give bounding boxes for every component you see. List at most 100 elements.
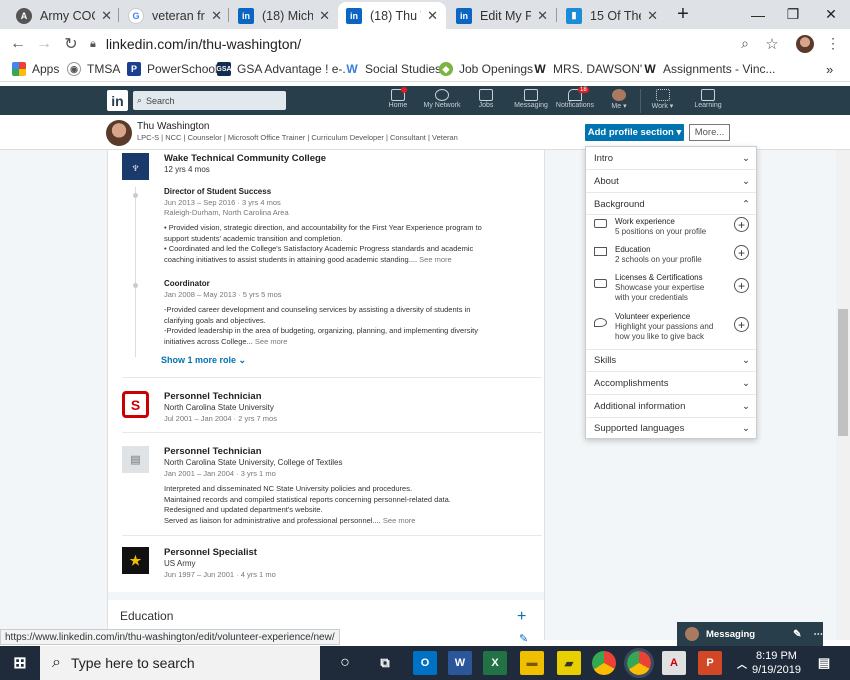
close-icon[interactable]: ✕ <box>427 8 438 24</box>
plus-icon[interactable]: + <box>734 278 749 293</box>
bookmark-job-openings[interactable]: ◆ Job Openings <box>439 62 533 76</box>
nav-me[interactable]: Me ▾ <box>597 89 641 113</box>
role-title[interactable]: Coordinator <box>164 279 210 288</box>
profile-avatar[interactable] <box>792 29 818 58</box>
dropdown-about[interactable]: About ⌄ <box>594 176 750 187</box>
position-title[interactable]: Personnel Technician <box>164 391 262 402</box>
chrome-active-icon[interactable] <box>624 648 654 678</box>
desc-line: clarifying goals and objectives. <box>164 315 266 325</box>
edit-pencil-icon[interactable]: ✎ <box>519 632 528 645</box>
see-more-link[interactable]: See more <box>419 255 452 264</box>
add-profile-section-button[interactable]: Add profile section ▾ <box>585 124 684 141</box>
compose-icon[interactable]: ✎ <box>793 629 801 640</box>
company-placeholder-logo[interactable]: ▤ <box>122 446 149 473</box>
plus-icon[interactable]: + <box>734 217 749 232</box>
windows-start-icon[interactable]: ⊞ <box>8 651 32 675</box>
show-more-roles-button[interactable]: Show 1 more role ⌄ <box>161 355 246 366</box>
position-title[interactable]: Personnel Technician <box>164 446 262 457</box>
nav-notifications[interactable]: 18 Notifications <box>553 87 597 113</box>
bookmark-tmsa[interactable]: ◉ TMSA <box>67 62 120 76</box>
nav-messaging[interactable]: Messaging <box>509 89 553 113</box>
bookmark-star-icon[interactable]: ☆ <box>759 29 785 58</box>
close-icon[interactable]: ✕ <box>101 8 112 24</box>
bookmarks-overflow-icon[interactable]: » <box>826 62 833 77</box>
dropdown-supported-languages[interactable]: Supported languages ⌄ <box>594 423 750 434</box>
bookmark-gsa[interactable]: GSA GSA Advantage ! e-... <box>216 62 352 76</box>
google-icon: G <box>128 7 144 24</box>
tab-thu-washington[interactable]: in (18) Thu Wa ✕ <box>338 2 446 29</box>
file-explorer-icon[interactable]: ▬ <box>520 651 544 675</box>
company-name[interactable]: Wake Technical Community College <box>164 153 326 164</box>
cortana-icon[interactable]: ○ <box>333 651 357 675</box>
sticky-notes-icon[interactable]: ▰ <box>557 651 581 675</box>
bookmark-powerschool[interactable]: P PowerSchool <box>127 62 218 76</box>
powerpoint-icon[interactable]: P <box>698 651 722 675</box>
system-tray-chevron-icon[interactable]: ︿ <box>730 651 754 675</box>
taskbar-clock[interactable]: 8:19 PM 9/19/2019 <box>752 649 801 677</box>
education-heading: Education <box>120 609 174 623</box>
chrome-icon[interactable] <box>592 651 616 675</box>
job-icon: ◆ <box>439 62 453 76</box>
close-icon[interactable]: ✕ <box>319 8 330 24</box>
close-window-button[interactable]: ✕ <box>808 0 850 29</box>
reload-button[interactable]: ↻ <box>58 29 84 58</box>
nav-jobs[interactable]: Jobs <box>464 89 508 113</box>
excel-icon[interactable]: X <box>483 651 507 675</box>
acrobat-icon[interactable]: A <box>662 651 686 675</box>
nav-home[interactable]: Home <box>376 87 420 113</box>
see-more-link[interactable]: See more <box>255 337 288 346</box>
dropdown-background[interactable]: Background ⌃ <box>594 199 750 210</box>
ncsu-logo[interactable]: S <box>122 391 149 418</box>
action-center-icon[interactable]: ▤ <box>812 651 836 675</box>
scrollbar-thumb[interactable] <box>838 309 848 436</box>
close-icon[interactable]: ✕ <box>537 8 548 24</box>
word-icon[interactable]: W <box>448 651 472 675</box>
role-title[interactable]: Director of Student Success <box>164 187 271 196</box>
plus-icon[interactable]: + <box>734 317 749 332</box>
zoom-icon[interactable]: ⌕ <box>732 29 758 58</box>
bookmark-apps[interactable]: Apps <box>12 62 59 76</box>
browser-menu-icon[interactable]: ⋮ <box>820 29 846 58</box>
dropdown-intro[interactable]: Intro ⌄ <box>594 153 750 164</box>
tab-michael[interactable]: in (18) Michael ✕ <box>230 2 338 29</box>
outlook-icon[interactable]: O <box>413 651 437 675</box>
more-options-icon[interactable]: ⋯ <box>814 629 824 640</box>
bookmark-mrs-dawsons[interactable]: W MRS. DAWSON'S <box>533 62 650 76</box>
add-education-icon[interactable]: + <box>517 608 526 626</box>
see-more-link[interactable]: See more <box>383 516 416 525</box>
address-bar[interactable]: 🔒︎ linkedin.com/in/thu-washington/ <box>90 32 790 56</box>
bookmark-assignments[interactable]: W Assignments - Vinc... <box>643 62 776 76</box>
dropdown-accomplishments[interactable]: Accomplishments ⌄ <box>594 378 750 389</box>
tab-edit-publication[interactable]: in Edit My Publ ✕ <box>448 2 556 29</box>
dropdown-additional-information[interactable]: Additional information ⌄ <box>594 401 750 412</box>
back-button[interactable]: ← <box>5 29 31 58</box>
taskbar-search-input[interactable]: ⌕ Type here to search <box>40 646 320 680</box>
search-input[interactable]: ⌕ Search <box>133 91 286 110</box>
linkedin-logo[interactable]: in <box>107 90 128 111</box>
tab-15-of-the-best[interactable]: ▮ 15 Of The Be ✕ <box>558 2 666 29</box>
tab-army-cool[interactable]: A Army COOL ✕ <box>8 2 120 29</box>
tab-veteran-friendly[interactable]: G veteran frien ✕ <box>120 2 230 29</box>
us-army-logo[interactable]: ★ <box>122 547 149 574</box>
desc-line: • Coordinated and led the College's Sati… <box>164 244 474 253</box>
nav-my-network[interactable]: My Network <box>420 89 464 113</box>
task-view-icon[interactable]: ⧉ <box>373 651 397 675</box>
nav-work[interactable]: Work ▾ <box>640 89 684 113</box>
nav-learning[interactable]: Learning <box>686 89 730 113</box>
search-placeholder: Type here to search <box>70 655 195 671</box>
plus-icon[interactable]: + <box>734 245 749 260</box>
dropdown-label: Additional information <box>594 401 686 412</box>
forward-button[interactable]: → <box>31 29 57 58</box>
bookmark-social-studies[interactable]: W Social Studies <box>345 62 441 76</box>
new-tab-button[interactable]: + <box>668 0 698 29</box>
messaging-overlay[interactable]: Messaging ✎ ⋯ <box>677 622 823 646</box>
dropdown-skills[interactable]: Skills ⌄ <box>594 355 750 366</box>
position-title[interactable]: Personnel Specialist <box>164 547 257 558</box>
certificate-icon <box>594 279 607 288</box>
avatar[interactable] <box>106 120 132 146</box>
close-icon[interactable]: ✕ <box>211 8 222 24</box>
wake-tech-logo[interactable]: ♆ <box>122 153 149 180</box>
bookmark-label: PowerSchool <box>147 62 218 76</box>
more-button[interactable]: More... <box>689 124 730 141</box>
close-icon[interactable]: ✕ <box>647 8 658 24</box>
